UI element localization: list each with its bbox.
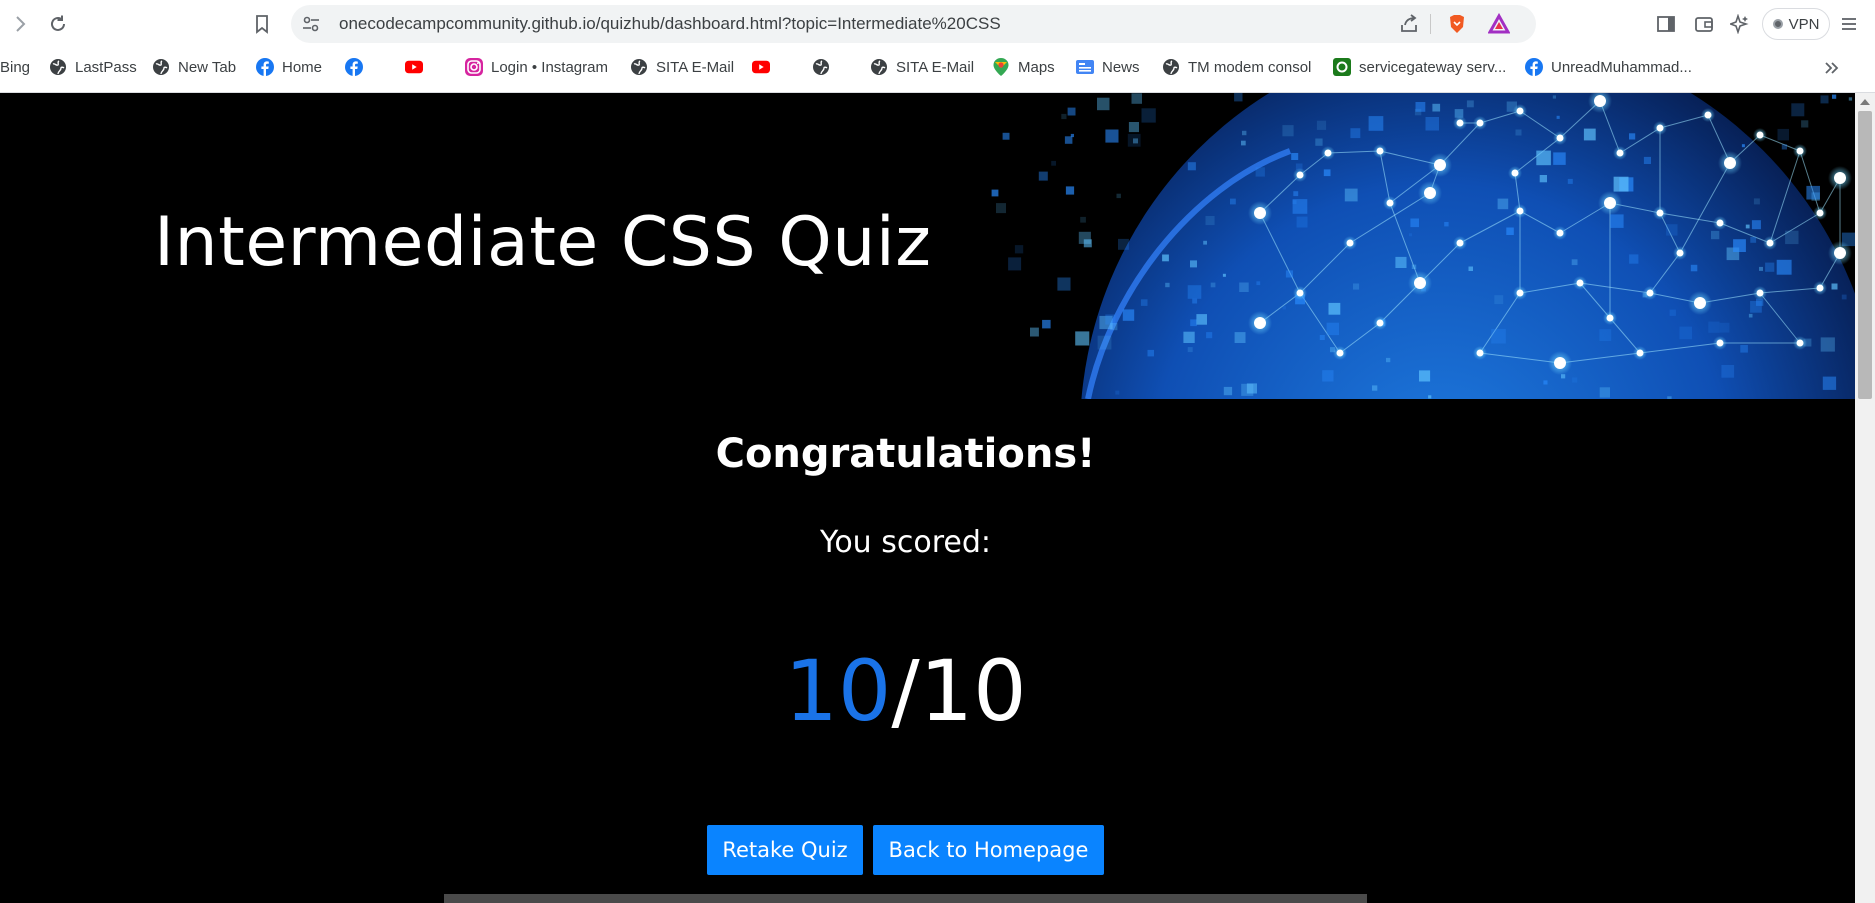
reload-icon[interactable] (44, 10, 72, 38)
score-separator: / (891, 642, 920, 740)
bookmark-item[interactable]: UnreadMuhammad... (1525, 56, 1692, 78)
url-text[interactable]: onecodecampcommunity.github.io/quizhub/d… (339, 5, 1001, 43)
page-scrollbar[interactable] (1855, 93, 1875, 903)
bookmark-label: SITA E-Mail (896, 58, 975, 76)
globe-icon (1162, 58, 1180, 76)
bookmark-label: TM modem consol (1188, 58, 1312, 76)
bookmark-label: UnreadMuhammad... (1551, 58, 1692, 76)
retake-quiz-button[interactable]: Retake Quiz (707, 825, 863, 875)
page-bottom-panel (444, 894, 1367, 903)
quiz-results-page: Intermediate CSS Quiz Congratulations! Y… (0, 93, 1855, 903)
bookmark-label: Maps (1018, 58, 1055, 76)
brave-rewards-icon[interactable] (1487, 12, 1511, 39)
bookmark-label: News (1102, 58, 1140, 76)
bookmark-item[interactable]: Bing (0, 56, 30, 78)
bookmark-item[interactable] (812, 56, 830, 78)
bookmark-label: SITA E-Mail (656, 58, 735, 76)
vpn-button[interactable]: VPN (1762, 8, 1830, 40)
bookmark-item[interactable]: New Tab (152, 56, 236, 78)
you-scored-label: You scored: (819, 525, 991, 560)
sidebar-icon[interactable] (1654, 12, 1678, 36)
network-globe-illustration (991, 93, 1855, 399)
bookmark-item[interactable]: SITA E-Mail (630, 56, 734, 78)
bookmark-item[interactable]: LastPass (49, 56, 137, 78)
bookmark-label: New Tab (178, 58, 237, 76)
leo-ai-icon[interactable] (1728, 12, 1752, 36)
router-icon (1333, 58, 1351, 76)
bookmark-item[interactable] (345, 56, 363, 78)
score-total: 10 (919, 642, 1027, 740)
more-bookmarks-icon[interactable] (1818, 54, 1846, 82)
bookmark-label: Bing (0, 58, 31, 76)
bookmark-label: LastPass (75, 58, 137, 76)
maps-icon (992, 58, 1010, 76)
scroll-up-arrow-icon[interactable] (1860, 99, 1870, 105)
back-to-homepage-button[interactable]: Back to Homepage (873, 825, 1104, 875)
bookmark-item[interactable] (405, 56, 423, 78)
browser-toolbar: onecodecampcommunity.github.io/quizhub/d… (0, 0, 1875, 48)
brave-shields-icon[interactable] (1446, 13, 1468, 39)
news-icon (1076, 58, 1094, 76)
bookmark-item[interactable]: News (1076, 56, 1140, 78)
facebook-icon (345, 58, 363, 76)
forward-icon[interactable] (6, 10, 34, 38)
globe-icon (152, 58, 170, 76)
quiz-title: Intermediate CSS Quiz (154, 203, 932, 282)
facebook-icon (1525, 58, 1543, 76)
bookmark-item[interactable]: Maps (992, 56, 1055, 78)
bookmark-item[interactable]: Login • Instagram (465, 56, 608, 78)
browser-chrome: onecodecampcommunity.github.io/quizhub/d… (0, 0, 1875, 93)
score-correct: 10 (784, 642, 892, 740)
globe-icon (630, 58, 648, 76)
bookmark-item[interactable] (752, 56, 770, 78)
hero-banner: Intermediate CSS Quiz (0, 93, 1855, 399)
vpn-label: VPN (1788, 15, 1820, 33)
bookmark-label: Login • Instagram (491, 58, 608, 76)
address-bar[interactable]: onecodecampcommunity.github.io/quizhub/d… (291, 5, 1536, 43)
menu-icon[interactable] (1837, 12, 1861, 36)
omnibox-divider (1430, 14, 1431, 34)
globe-icon (870, 58, 888, 76)
instagram-icon (465, 58, 483, 76)
youtube-icon (752, 58, 770, 76)
congrats-heading: Congratulations! (715, 431, 1096, 477)
bookmark-icon[interactable] (248, 10, 276, 38)
globe-icon (812, 58, 830, 76)
facebook-icon (256, 58, 274, 76)
bookmarks-bar: Bing LastPass New Tab Home Login • Instagram… (0, 48, 1875, 86)
bookmark-label: servicegateway serv... (1359, 58, 1507, 76)
bookmark-item[interactable]: TM modem consol (1162, 56, 1311, 78)
site-info-icon[interactable] (299, 12, 323, 36)
vpn-status-icon (1772, 19, 1783, 29)
bookmark-item[interactable]: SITA E-Mail (870, 56, 974, 78)
share-icon[interactable] (1398, 13, 1420, 39)
youtube-icon (405, 58, 423, 76)
score-display: 10/10 (0, 641, 1811, 741)
bookmark-item[interactable]: Home (256, 56, 322, 78)
bookmark-item[interactable]: servicegateway serv... (1333, 56, 1506, 78)
wallet-icon[interactable] (1692, 12, 1716, 36)
bookmark-label: Home (282, 58, 323, 76)
globe-icon (49, 58, 67, 76)
scroll-thumb[interactable] (1858, 111, 1872, 399)
